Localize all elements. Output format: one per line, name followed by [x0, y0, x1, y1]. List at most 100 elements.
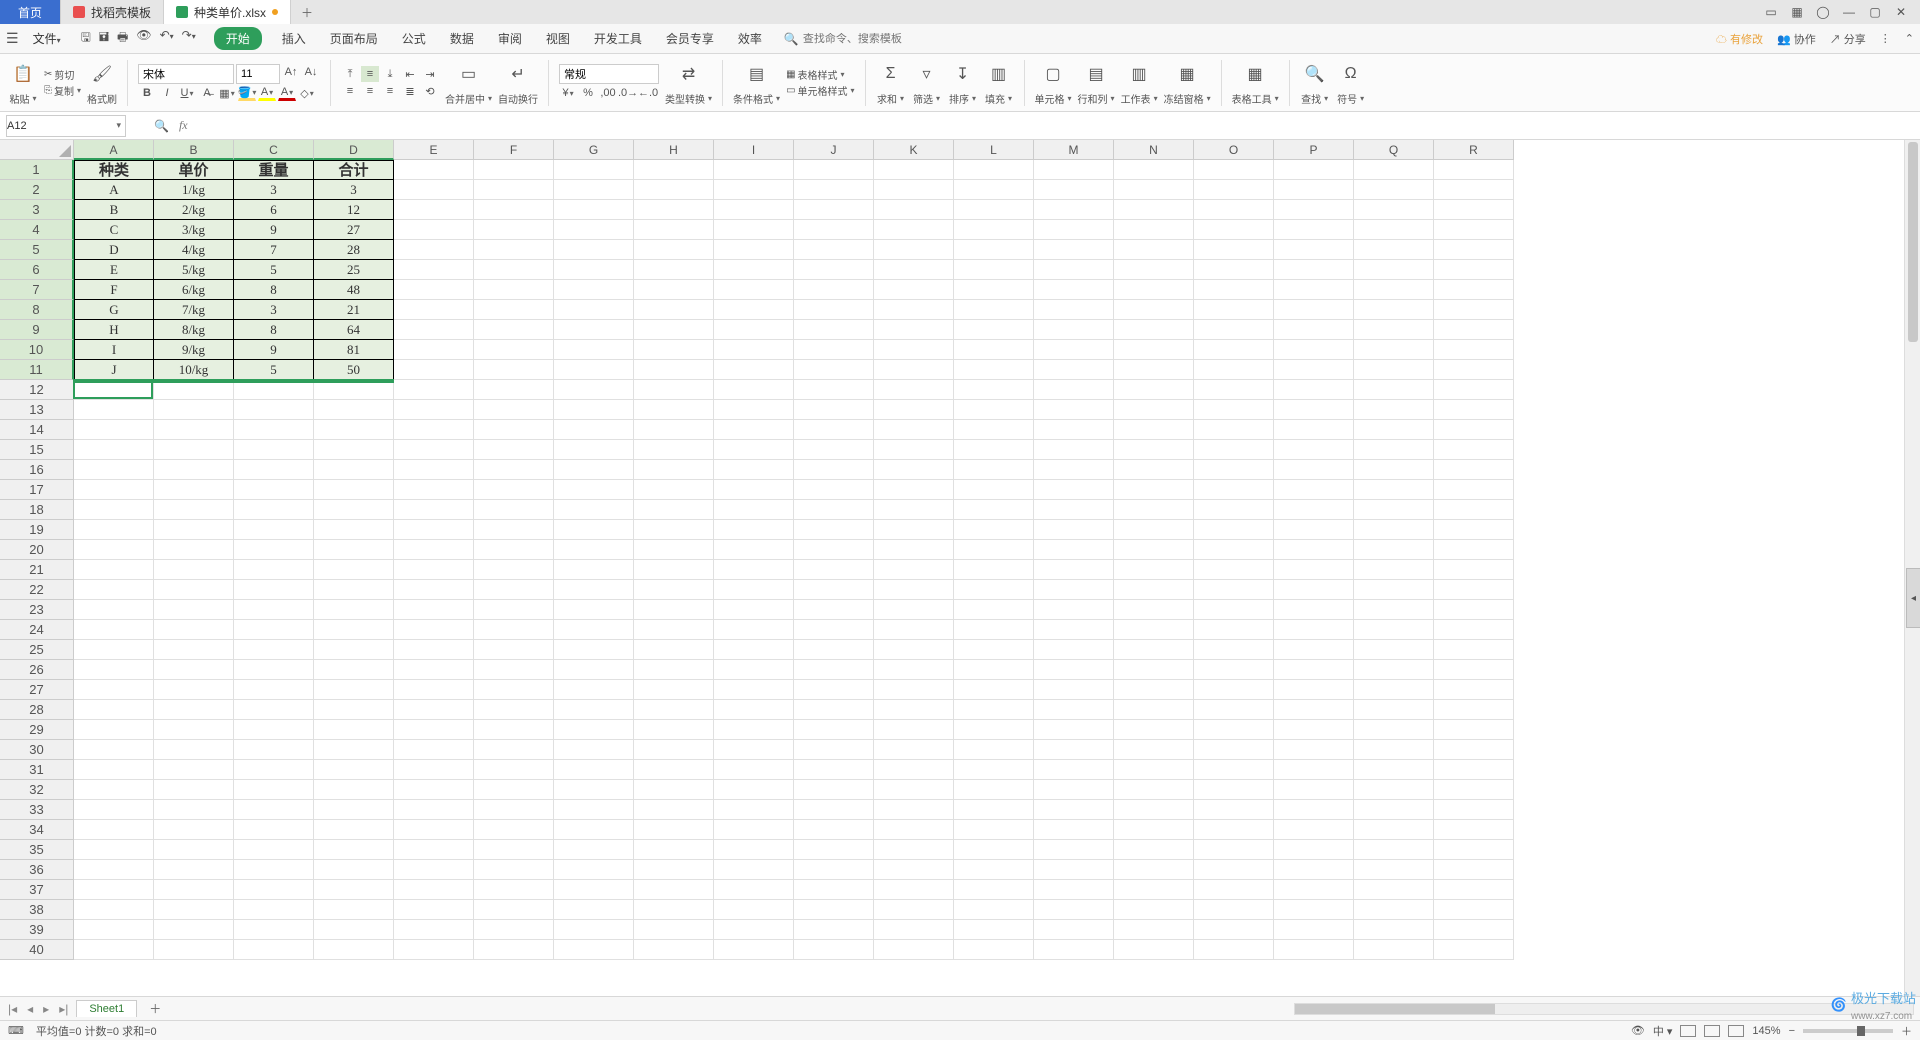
cell[interactable]	[74, 700, 154, 720]
cell[interactable]	[234, 860, 314, 880]
cell[interactable]	[1434, 840, 1514, 860]
cell[interactable]	[874, 320, 954, 340]
cell[interactable]	[874, 700, 954, 720]
cell[interactable]	[154, 580, 234, 600]
cell[interactable]	[634, 200, 714, 220]
cell[interactable]: A	[74, 180, 154, 200]
cell[interactable]	[874, 600, 954, 620]
cell[interactable]	[394, 300, 474, 320]
row-header[interactable]: 16	[0, 460, 74, 480]
cell[interactable]	[154, 600, 234, 620]
cell[interactable]: 25	[314, 260, 394, 280]
cell[interactable]	[634, 160, 714, 180]
cell[interactable]	[1194, 740, 1274, 760]
cell[interactable]	[1434, 160, 1514, 180]
cell[interactable]	[234, 780, 314, 800]
cell[interactable]: 3	[314, 180, 394, 200]
cell[interactable]	[554, 240, 634, 260]
cell[interactable]	[1354, 860, 1434, 880]
cell[interactable]	[554, 920, 634, 940]
worksheet-icon[interactable]: ▥	[1124, 59, 1154, 89]
cell[interactable]	[794, 180, 874, 200]
cell[interactable]	[474, 920, 554, 940]
cell[interactable]	[1434, 300, 1514, 320]
cell[interactable]	[154, 720, 234, 740]
cell[interactable]	[1434, 560, 1514, 580]
cell[interactable]	[1354, 880, 1434, 900]
cell[interactable]	[1034, 520, 1114, 540]
cell[interactable]	[1034, 700, 1114, 720]
align-right-icon[interactable]: ≡	[381, 83, 399, 99]
cell[interactable]	[714, 620, 794, 640]
cell[interactable]: 27	[314, 220, 394, 240]
cell[interactable]	[634, 440, 714, 460]
cell[interactable]	[394, 840, 474, 860]
cell[interactable]	[874, 280, 954, 300]
cell[interactable]	[1034, 540, 1114, 560]
cell[interactable]	[954, 760, 1034, 780]
cell[interactable]	[1274, 600, 1354, 620]
cell[interactable]	[554, 860, 634, 880]
cell[interactable]: 8	[234, 280, 314, 300]
cell[interactable]	[1274, 940, 1354, 960]
cell[interactable]	[474, 700, 554, 720]
cell[interactable]	[954, 820, 1034, 840]
cell[interactable]	[1114, 200, 1194, 220]
cell[interactable]	[474, 640, 554, 660]
cell[interactable]	[394, 800, 474, 820]
cell[interactable]	[794, 620, 874, 640]
cell[interactable]	[1354, 260, 1434, 280]
cell[interactable]	[1354, 420, 1434, 440]
row-header[interactable]: 10	[0, 340, 74, 360]
cell[interactable]	[1354, 580, 1434, 600]
cell[interactable]	[954, 700, 1034, 720]
cell[interactable]	[1434, 940, 1514, 960]
cell[interactable]	[1114, 360, 1194, 380]
cond-format-icon[interactable]: ▤	[742, 59, 772, 89]
cell[interactable]	[394, 220, 474, 240]
cell[interactable]	[874, 740, 954, 760]
cell[interactable]	[714, 420, 794, 440]
row-header[interactable]: 9	[0, 320, 74, 340]
cell[interactable]	[1354, 840, 1434, 860]
cell[interactable]	[794, 300, 874, 320]
cell[interactable]	[1034, 220, 1114, 240]
cell[interactable]	[1114, 560, 1194, 580]
tab-start[interactable]: 开始	[214, 27, 262, 50]
cell[interactable]	[154, 740, 234, 760]
cell[interactable]: 5/kg	[154, 260, 234, 280]
cell[interactable]	[1194, 260, 1274, 280]
bold-icon[interactable]: B	[138, 85, 156, 101]
cell[interactable]	[394, 320, 474, 340]
cell[interactable]: 2/kg	[154, 200, 234, 220]
cell[interactable]: 81	[314, 340, 394, 360]
cell[interactable]	[794, 680, 874, 700]
border-icon[interactable]: ▦▾	[218, 85, 236, 101]
cell[interactable]	[234, 560, 314, 580]
cell[interactable]	[394, 940, 474, 960]
row-header[interactable]: 12	[0, 380, 74, 400]
cell[interactable]	[1194, 240, 1274, 260]
cell[interactable]	[714, 560, 794, 580]
cell[interactable]	[74, 840, 154, 860]
cell[interactable]	[954, 260, 1034, 280]
cell[interactable]	[1194, 160, 1274, 180]
cell[interactable]	[634, 800, 714, 820]
cell[interactable]	[74, 660, 154, 680]
cell[interactable]	[394, 460, 474, 480]
cell[interactable]	[1274, 640, 1354, 660]
cell[interactable]	[714, 900, 794, 920]
cell[interactable]	[1354, 500, 1434, 520]
cell[interactable]	[74, 640, 154, 660]
cell[interactable]	[74, 440, 154, 460]
search-input[interactable]	[803, 33, 923, 45]
cell[interactable]	[954, 560, 1034, 580]
cell[interactable]	[874, 820, 954, 840]
cell[interactable]	[954, 800, 1034, 820]
cell[interactable]	[954, 600, 1034, 620]
cell[interactable]	[154, 900, 234, 920]
cell[interactable]	[1434, 760, 1514, 780]
cell[interactable]	[874, 940, 954, 960]
increase-font-icon[interactable]: A↑	[282, 64, 300, 80]
cell[interactable]	[794, 860, 874, 880]
